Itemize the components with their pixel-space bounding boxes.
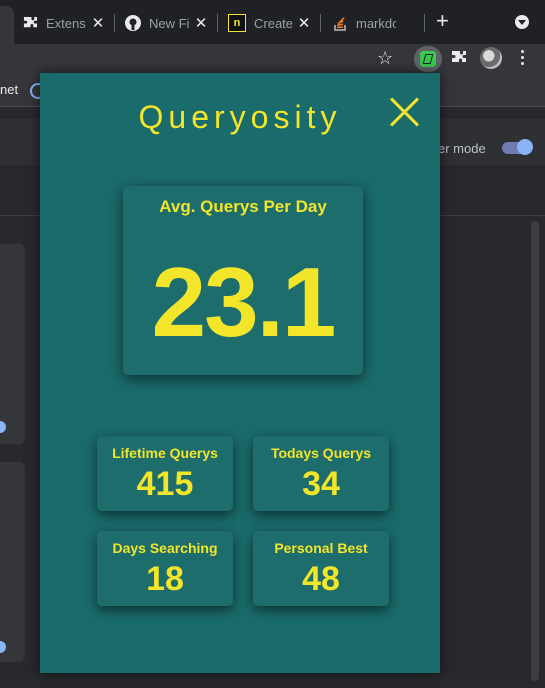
tab-new-file[interactable]: New File ✕ (125, 8, 209, 38)
stat-value: 48 (302, 560, 340, 598)
average-value: 23.1 (151, 247, 337, 357)
average-card: Avg. Querys Per Day 23.1 (123, 186, 363, 375)
extension-card (0, 244, 25, 444)
personal-best-card: Personal Best 48 (253, 531, 389, 606)
scrollbar[interactable] (531, 221, 539, 681)
stat-label: Todays Querys (270, 445, 372, 461)
todays-querys-card: Todays Querys 34 (253, 436, 389, 511)
bookmark-star-icon[interactable]: ☆ (377, 48, 393, 69)
close-icon[interactable]: ✕ (296, 14, 312, 32)
bookmark-item[interactable]: net (0, 82, 18, 97)
popup-title: Queryosity (138, 99, 342, 135)
close-icon[interactable]: ✕ (90, 14, 106, 32)
tab-label: Extensions (46, 15, 86, 31)
close-icon[interactable] (389, 96, 421, 128)
profile-avatar[interactable] (480, 47, 502, 69)
active-tab-edge (0, 6, 14, 44)
stat-label: Personal Best (274, 540, 368, 556)
queryosity-popup: Queryosity Avg. Querys Per Day 23.1 Life… (40, 73, 440, 673)
notion-icon: n (228, 14, 246, 32)
stat-label: Days Searching (112, 540, 218, 556)
toolbar: ☆ (0, 44, 545, 74)
extensions-puzzle-icon[interactable] (451, 50, 467, 71)
more-menu-icon[interactable] (521, 50, 525, 68)
tab-create[interactable]: n Create ✕ (228, 8, 312, 38)
tab-strip: Extensions ✕ New File ✕ n Create ✕ markd… (0, 0, 545, 44)
stat-value: 34 (302, 465, 340, 503)
tab-markdown[interactable]: markdown (332, 8, 420, 38)
tab-separator (320, 14, 321, 32)
queryosity-extension-icon[interactable] (420, 51, 436, 67)
lifetime-querys-card: Lifetime Querys 415 (97, 436, 233, 511)
tab-extensions[interactable]: Extensions ✕ (22, 8, 106, 38)
tab-label: Create (254, 15, 294, 31)
stackoverflow-icon (332, 15, 348, 31)
toggle-knob (517, 139, 533, 155)
dark-mode-label: er mode (438, 141, 486, 156)
github-icon (125, 15, 141, 31)
puzzle-icon (22, 15, 38, 31)
extension-card (0, 462, 25, 662)
days-searching-card: Days Searching 18 (97, 531, 233, 606)
tab-separator (114, 14, 115, 32)
tab-search-icon[interactable] (515, 15, 529, 29)
tab-label: New File (149, 15, 189, 31)
close-icon[interactable]: ✕ (193, 14, 209, 32)
tab-separator (217, 14, 218, 32)
tab-label: markdown (356, 15, 396, 31)
stat-value: 18 (146, 560, 184, 598)
tab-separator (424, 14, 425, 32)
new-tab-button[interactable]: + (436, 10, 449, 32)
stat-label: Lifetime Querys (112, 445, 218, 461)
average-label: Avg. Querys Per Day (159, 197, 327, 216)
stat-value: 415 (136, 465, 194, 503)
